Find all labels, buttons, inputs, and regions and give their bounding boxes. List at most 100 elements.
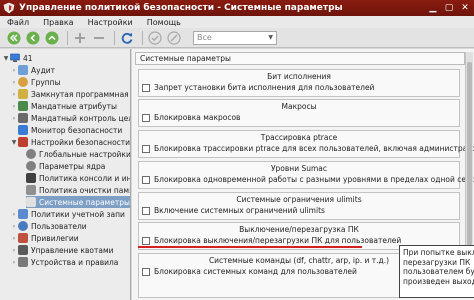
app-shield-icon <box>3 2 15 14</box>
group-exec-bit: Бит исполнения Запрет установки бита исп… <box>138 69 460 97</box>
highlight-underline <box>138 246 362 248</box>
panel-header-label: Системные параметры <box>140 54 231 63</box>
checkbox[interactable] <box>142 267 150 276</box>
gear-icon <box>26 149 36 159</box>
tree-item-devices-rules[interactable]: › Устройства и правила <box>10 256 118 268</box>
collapse-icon[interactable]: ▼ <box>10 139 18 146</box>
tooltip-line: произведен выход из <box>403 276 474 286</box>
option-label: Блокировка трассировки ptrace для всех п… <box>154 144 474 153</box>
remove-button[interactable] <box>91 30 107 46</box>
collapse-icon[interactable]: ▼ <box>2 55 10 62</box>
tree-root[interactable]: ▼ 41 <box>2 52 33 64</box>
tree-item-label: Привилегии <box>31 233 79 243</box>
shield-icon <box>18 101 28 111</box>
tree-item-groups[interactable]: › Группы <box>10 76 61 88</box>
tree-item-label: Мандатный контроль цело... <box>31 113 130 123</box>
apply-button[interactable] <box>147 30 163 46</box>
checkbox[interactable] <box>142 83 150 92</box>
tree-item-security-settings[interactable]: ▼ Настройки безопасности <box>10 136 130 148</box>
chevron-down-icon: ▼ <box>268 34 273 41</box>
option-row[interactable]: Включение системных ограничений ulimits <box>139 206 459 215</box>
menu-edit[interactable]: Правка <box>36 18 80 27</box>
tooltip: При попытке выключ перезагрузки ПК польз… <box>399 245 474 298</box>
menu-settings[interactable]: Настройки <box>81 18 140 27</box>
option-row[interactable]: Блокировка макросов <box>139 113 459 122</box>
cancel-button[interactable] <box>166 30 182 46</box>
checkbox[interactable] <box>142 175 150 184</box>
tree-item-console-policy[interactable]: Политика консоли и ин... <box>26 172 131 184</box>
tree-item-audit[interactable]: › Аудит <box>10 64 55 76</box>
expand-icon[interactable]: › <box>10 103 18 110</box>
tree-item-system-params[interactable]: Системные параметры <box>26 196 130 208</box>
expand-icon[interactable]: › <box>10 211 18 218</box>
option-label: Блокировка одновременной работы с разным… <box>154 175 474 184</box>
tree-item-security-monitor[interactable]: Монитор безопасности <box>10 124 122 136</box>
option-label: Включение системных ограничений ulimits <box>154 206 325 215</box>
checkbox[interactable] <box>142 113 150 122</box>
checkbox[interactable] <box>142 206 150 215</box>
checkbox[interactable] <box>142 236 150 245</box>
add-button[interactable] <box>72 30 88 46</box>
tree-item-account-policy[interactable]: › Политики учетной запи <box>10 208 125 220</box>
tree-item-label: Политика очистки памя... <box>39 185 131 195</box>
refresh-button[interactable] <box>119 30 135 46</box>
tree-item-label: Группы <box>31 77 61 87</box>
scrollbar-thumb[interactable] <box>467 62 472 262</box>
checkbox[interactable] <box>142 144 150 153</box>
groups-icon <box>18 77 28 87</box>
menu-help[interactable]: Помощь <box>140 18 188 27</box>
expand-icon[interactable]: › <box>10 223 18 230</box>
option-row[interactable]: Блокировка выключения/перезагрузки ПК дл… <box>139 236 459 245</box>
tree-item-quota-management[interactable]: › Управление квотами <box>10 244 113 256</box>
expand-icon[interactable]: › <box>10 259 18 266</box>
option-label: Запрет установки бита исполнения для пол… <box>154 83 375 92</box>
expand-icon[interactable]: › <box>10 91 18 98</box>
refresh-icon <box>121 32 133 44</box>
group-title: Выключение/перезагрузка ПК <box>239 225 359 234</box>
tree-item-label: Политики учетной запи <box>31 209 125 219</box>
tree-item-privileges[interactable]: › Привилегии <box>10 232 79 244</box>
expand-icon[interactable]: › <box>10 67 18 74</box>
minimize-button[interactable]: ▁ <box>426 2 440 14</box>
tree-item-memory-cleanup[interactable]: Политика очистки памя... <box>26 184 131 196</box>
back-button[interactable] <box>25 30 41 46</box>
option-row[interactable]: Блокировка трассировки ptrace для всех п… <box>139 144 474 153</box>
wrench-icon <box>26 197 36 207</box>
memory-icon <box>26 185 36 195</box>
first-button[interactable] <box>6 30 22 46</box>
expand-icon[interactable]: › <box>10 79 18 86</box>
tree-item-label: Политика консоли и ин... <box>39 173 131 183</box>
expand-icon[interactable]: › <box>10 247 18 254</box>
tree-item-label: Монитор безопасности <box>31 125 123 135</box>
group-macros: Макросы Блокировка макросов <box>138 99 460 127</box>
tree-item-integrity-control[interactable]: › Мандатный контроль цело... <box>10 112 130 124</box>
tree-root-label: 41 <box>23 53 33 63</box>
maximize-button[interactable]: ▢ <box>442 2 456 14</box>
quota-icon <box>18 245 28 255</box>
toolbar-separator <box>142 30 143 45</box>
tree-item-closed-software[interactable]: › Замкнутая программная с... <box>10 88 130 100</box>
account-policy-icon <box>18 209 28 219</box>
title-bar: Управление политикой безопасности - Сист… <box>0 0 474 16</box>
menu-bar: Файл Правка Настройки Помощь <box>0 16 474 28</box>
tree-item-global-settings[interactable]: Глобальные настройки ... <box>26 148 130 160</box>
tree-item-label: Аудит <box>31 65 55 75</box>
tree-item-mandatory-attributes[interactable]: › Мандатные атрибуты <box>10 100 117 112</box>
close-button[interactable]: ✕ <box>458 2 472 14</box>
group-title: Уровни Sumac <box>270 164 328 173</box>
tree-item-label: Параметры ядра <box>39 161 106 171</box>
up-button[interactable] <box>44 30 60 46</box>
tree-item-kernel-params[interactable]: Параметры ядра <box>26 160 105 172</box>
tree-item-users[interactable]: › Пользователи <box>10 220 87 232</box>
expand-icon[interactable]: › <box>10 235 18 242</box>
settings-shield-icon <box>18 137 28 147</box>
menu-file[interactable]: Файл <box>0 18 36 27</box>
expand-icon[interactable]: › <box>10 115 18 122</box>
option-row[interactable]: Блокировка одновременной работы с разным… <box>139 175 474 184</box>
option-row[interactable]: Запрет установки бита исполнения для пол… <box>139 83 459 92</box>
group-sumac: Уровни Sumac Блокировка одновременной ра… <box>138 161 474 189</box>
privileges-icon <box>18 233 28 243</box>
tree-item-label: Устройства и правила <box>31 257 119 267</box>
group-title: Системные ограничения ulimits <box>236 195 362 204</box>
filter-combobox[interactable]: Все ▼ <box>193 30 277 45</box>
